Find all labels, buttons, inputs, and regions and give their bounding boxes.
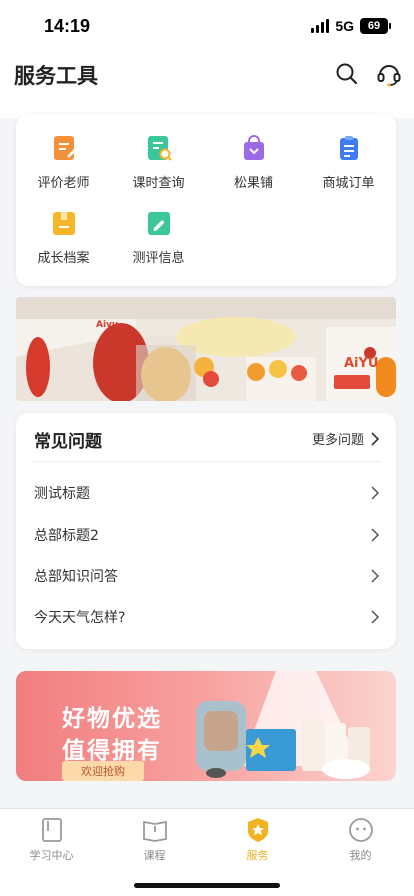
tab-study-center[interactable]: 学习中心 xyxy=(0,817,103,863)
tool-class-hour-query[interactable]: 课时查询 xyxy=(111,134,206,204)
faq-list-item[interactable]: 今天天气怎样? xyxy=(34,597,380,637)
tool-evaluate-teacher[interactable]: 评价老师 xyxy=(16,134,111,204)
page-title: 服务工具 xyxy=(14,64,98,88)
profile-icon xyxy=(348,817,374,843)
promo-headline-1: 好物优选 xyxy=(62,706,162,732)
tool-label: 评价老师 xyxy=(37,176,90,191)
tab-service[interactable]: 服务 xyxy=(206,817,309,863)
tab-label: 我的 xyxy=(349,849,372,862)
growth-archive-icon xyxy=(50,209,78,237)
course-book-icon xyxy=(142,817,168,843)
bottom-tab-bar: 学习中心 课程 服务 我的 xyxy=(0,808,414,896)
tab-label: 课程 xyxy=(143,849,166,862)
tool-label: 松果铺 xyxy=(233,176,273,191)
tab-profile[interactable]: 我的 xyxy=(309,817,412,863)
tab-label: 学习中心 xyxy=(29,849,74,862)
home-indicator xyxy=(134,883,280,888)
status-indicators: 5G 69 xyxy=(311,18,391,34)
assessment-icon xyxy=(145,209,173,237)
status-time: 14:19 xyxy=(44,16,91,36)
divider xyxy=(32,461,380,462)
chevron-right-icon xyxy=(371,431,380,446)
faq-list-item[interactable]: 总部标题2 xyxy=(34,515,380,555)
faq-item-label: 测试标题 xyxy=(34,486,90,502)
chevron-right-icon xyxy=(371,528,380,542)
faq-list-item[interactable]: 测试标题 xyxy=(34,473,380,513)
status-bar: 14:19 5G 69 xyxy=(0,0,414,54)
faq-card: 常见问题 更多问题 测试标题 总部标题2 总部知识问答 今天天气怎样? xyxy=(16,413,396,649)
tool-label: 商城订单 xyxy=(322,176,375,191)
faq-item-label: 总部标题2 xyxy=(34,528,99,544)
study-center-icon xyxy=(39,817,65,843)
service-tools-card: 评价老师 课时查询 松果铺 商城订单 成长档案 测评信息 xyxy=(16,114,396,286)
banner-logo-right: AiYU xyxy=(344,356,379,371)
tool-songguo-shop[interactable]: 松果铺 xyxy=(206,134,301,204)
search-icon[interactable] xyxy=(333,60,361,88)
tab-course[interactable]: 课程 xyxy=(103,817,206,863)
shopping-bag-icon xyxy=(240,134,268,162)
faq-more-label: 更多问题 xyxy=(311,433,364,448)
faq-list-item[interactable]: 总部知识问答 xyxy=(34,556,380,596)
service-shield-icon xyxy=(245,817,271,843)
faq-more-link[interactable]: 更多问题 xyxy=(312,429,380,448)
promo-products-image xyxy=(196,671,370,779)
faq-title: 常见问题 xyxy=(34,432,102,452)
tool-assessment-info[interactable]: 测评信息 xyxy=(111,209,206,279)
chevron-right-icon xyxy=(371,569,380,583)
chevron-right-icon xyxy=(371,610,380,624)
battery-level: 69 xyxy=(367,20,381,32)
evaluate-icon xyxy=(50,134,78,162)
class-hour-search-icon xyxy=(145,134,173,162)
chevron-right-icon xyxy=(371,486,380,500)
faq-item-label: 今天天气怎样? xyxy=(34,610,126,626)
promo-headline-2: 值得拥有 xyxy=(62,738,162,764)
tool-label: 课时查询 xyxy=(132,176,185,191)
order-clipboard-icon xyxy=(335,134,363,162)
header: 服务工具 xyxy=(0,54,414,98)
battery-icon: 69 xyxy=(360,18,391,34)
network-type: 5G xyxy=(335,18,354,34)
signal-icon xyxy=(311,19,330,33)
faq-item-label: 总部知识问答 xyxy=(34,569,118,585)
tool-growth-archive[interactable]: 成长档案 xyxy=(16,209,111,279)
tool-label: 测评信息 xyxy=(132,251,185,266)
tool-label: 成长档案 xyxy=(37,251,90,266)
goods-promo-banner[interactable]: 好物优选 值得拥有 欢迎抢购 xyxy=(16,671,396,781)
tool-mall-orders[interactable]: 商城订单 xyxy=(301,134,396,204)
tab-label: 服务 xyxy=(246,849,269,862)
banner-logo-left: Aiyu xyxy=(96,320,118,330)
promo-banner-image[interactable]: Aiyu AiYU xyxy=(16,297,396,401)
promo-buy-button[interactable]: 欢迎抢购 xyxy=(62,761,144,781)
headset-icon[interactable] xyxy=(375,60,403,88)
